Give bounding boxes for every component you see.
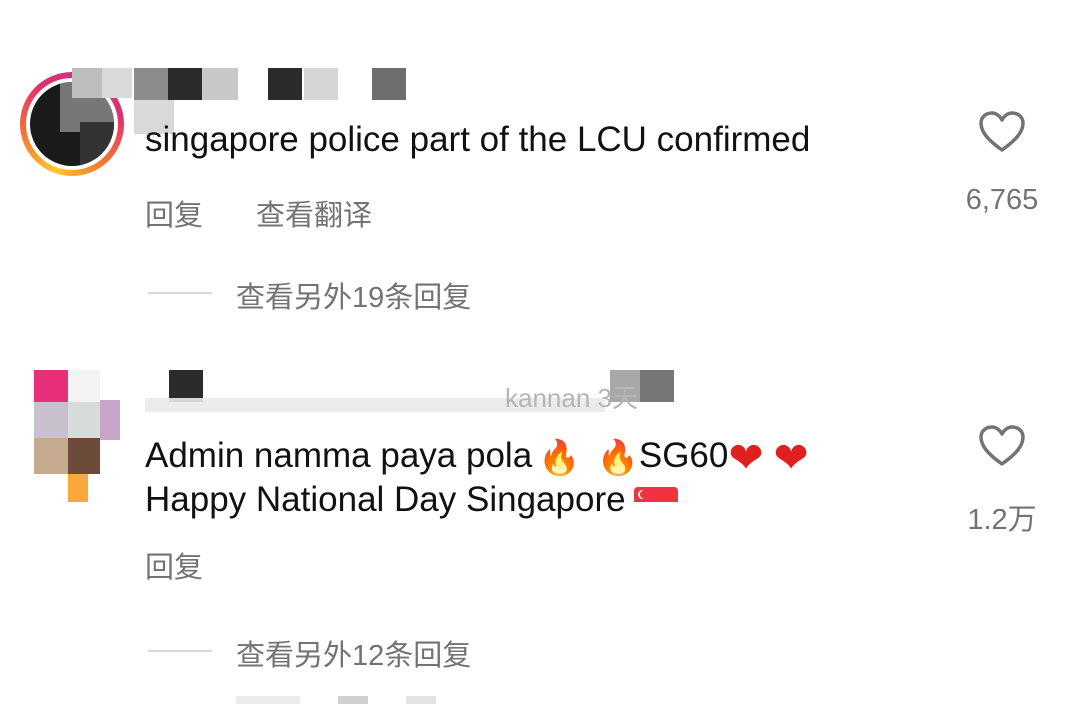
view-more-replies-button[interactable]: 查看另外12条回复 [236,632,471,674]
comment-text: Admin namma paya pola 🔥 🔥SG60❤ ❤ [145,434,809,480]
username-redacted[interactable] [72,68,412,134]
red-heart-emoji-icon: ❤ [773,432,809,482]
fire-emoji-icon: 🔥 [596,437,639,478]
divider-line [148,650,212,652]
view-more-replies-button[interactable]: 查看另外19条回复 [236,274,471,316]
comment-text-part-3: Happy National Day Singapore [145,480,626,519]
username-fragment: kannan 3天 [505,383,638,413]
view-translation-button[interactable]: 查看翻译 [256,192,372,234]
comment-text-part-1: Admin namma paya pola [145,436,533,475]
reply-button[interactable]: 回复 [145,192,203,234]
comment-text-line-2: Happy National Day Singapore [145,478,678,522]
comment-text: singapore police part of the LCU confirm… [145,120,811,159]
like-count: 6,765 [965,184,1039,216]
like-count: 1.2万 [967,504,1037,536]
fire-emoji-icon: 🔥 [538,437,581,478]
next-comment-redacted [236,696,476,704]
heart-outline-icon[interactable] [978,424,1026,468]
red-heart-emoji-icon: ❤ [728,432,764,482]
comment-text-part-2: SG60 [638,436,729,475]
reply-button[interactable]: 回复 [145,544,203,586]
divider-line [148,292,212,294]
avatar[interactable] [20,370,124,502]
singapore-flag-icon [633,486,678,517]
heart-outline-icon[interactable] [978,110,1026,154]
username-redacted[interactable]: kannan 3天 [145,370,685,413]
